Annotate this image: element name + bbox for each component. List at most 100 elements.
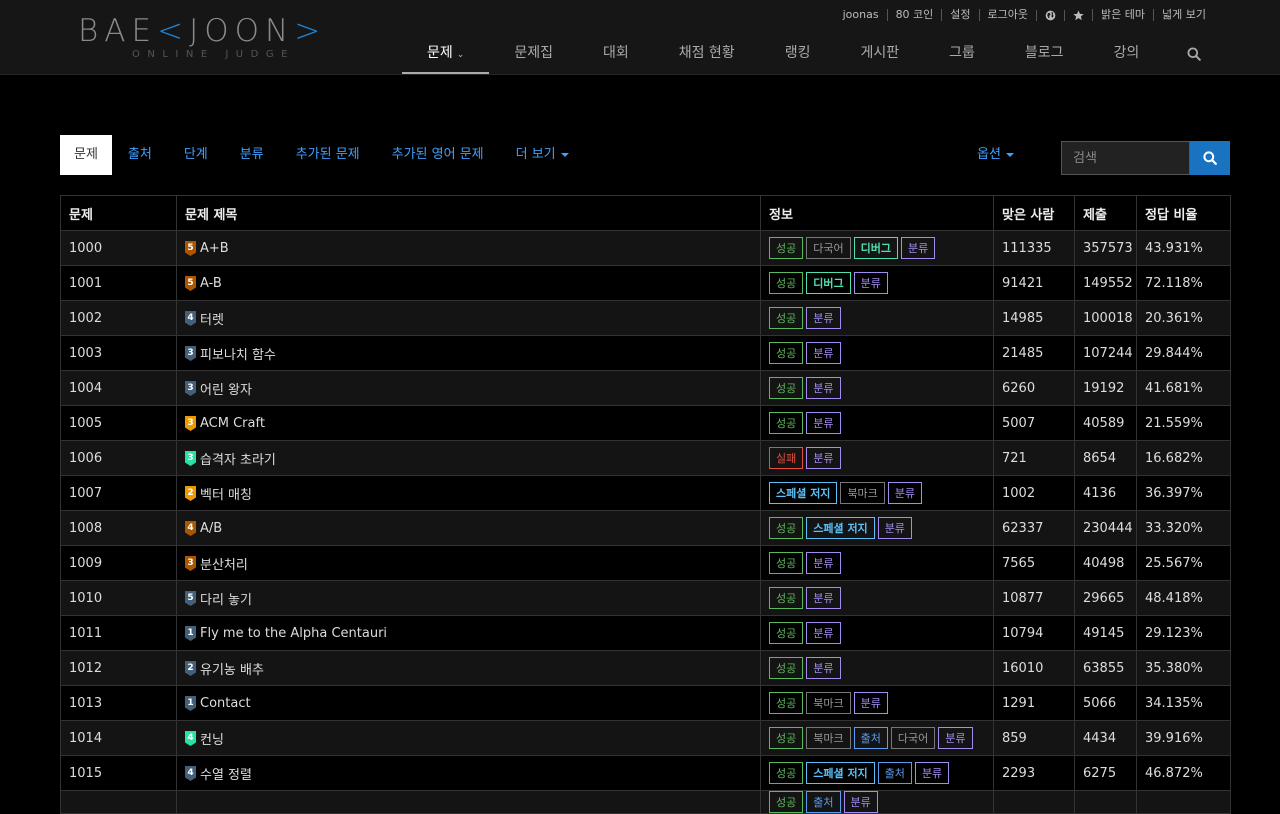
tab-added-problems[interactable]: 추가된 문제 (280, 135, 376, 175)
label-success[interactable]: 성공 (769, 727, 804, 749)
logout-link[interactable]: 로그아웃 (978, 9, 1036, 21)
label-category[interactable]: 분류 (806, 552, 841, 574)
label-success[interactable]: 성공 (769, 692, 804, 714)
label-success[interactable]: 성공 (769, 587, 804, 609)
label-bookmark[interactable]: 북마크 (806, 692, 851, 714)
label-success[interactable]: 성공 (769, 657, 804, 679)
language-button[interactable] (1036, 9, 1064, 21)
problem-title-link[interactable]: A-B (200, 276, 222, 291)
label-category[interactable]: 분류 (877, 517, 912, 539)
label-category[interactable]: 분류 (806, 587, 841, 609)
label-category[interactable]: 분류 (806, 307, 841, 329)
label-debug[interactable]: 디버그 (853, 237, 898, 259)
problem-id[interactable]: 1008 (60, 510, 177, 546)
problem-title-link[interactable]: 어린 왕자 (200, 379, 252, 398)
problem-id[interactable]: 1014 (60, 720, 177, 756)
problem-submission-count[interactable]: 40498 (1074, 545, 1137, 581)
problem-title-link[interactable]: 컨닝 (200, 729, 224, 748)
problem-title-link[interactable]: Fly me to the Alpha Centauri (200, 626, 387, 641)
label-success[interactable]: 성공 (769, 622, 804, 644)
label-source[interactable]: 출처 (853, 727, 888, 749)
problem-submission-count[interactable]: 8654 (1074, 440, 1137, 476)
problem-title-link[interactable]: Contact (200, 696, 251, 711)
label-category[interactable]: 분류 (887, 482, 923, 504)
problem-id[interactable]: 1013 (60, 685, 177, 721)
nav-lectures[interactable]: 강의 (1089, 34, 1165, 74)
label-category[interactable]: 분류 (806, 342, 841, 364)
label-category[interactable]: 분류 (853, 692, 888, 714)
problem-title-link[interactable]: 수열 정렬 (200, 764, 252, 783)
tab-steps[interactable]: 단계 (168, 135, 224, 175)
label-special[interactable]: 스페셜 저지 (769, 482, 838, 504)
label-success[interactable]: 성공 (769, 762, 804, 784)
label-fail[interactable]: 실패 (769, 447, 804, 469)
problem-id[interactable]: 1009 (60, 545, 177, 581)
problem-submission-count[interactable]: 107244 (1074, 335, 1137, 371)
search-input[interactable] (1061, 141, 1190, 175)
favorites-button[interactable] (1064, 9, 1092, 21)
label-multi[interactable]: 다국어 (806, 237, 851, 259)
search-button[interactable] (1190, 141, 1230, 175)
label-category[interactable]: 분류 (806, 622, 841, 644)
problem-id[interactable]: 1005 (60, 405, 177, 441)
nav-workbooks[interactable]: 문제집 (489, 34, 578, 74)
problem-solved-count[interactable]: 10877 (993, 580, 1075, 616)
problem-solved-count[interactable]: 62337 (993, 510, 1075, 546)
label-success[interactable]: 성공 (769, 342, 804, 364)
problem-title-link[interactable]: 분산처리 (200, 554, 248, 573)
tab-more[interactable]: 더 보기 (500, 135, 585, 175)
nav-groups[interactable]: 그룹 (924, 34, 1000, 74)
problem-id[interactable]: 1000 (60, 230, 177, 266)
tab-sources[interactable]: 출처 (112, 135, 168, 175)
label-success[interactable]: 성공 (769, 307, 804, 329)
label-bookmark[interactable]: 북마크 (840, 482, 885, 504)
problem-title-link[interactable]: 다리 놓기 (200, 589, 252, 608)
tab-categories[interactable]: 분류 (224, 135, 280, 175)
label-category[interactable]: 분류 (806, 377, 841, 399)
problem-id[interactable]: 1007 (60, 475, 177, 511)
label-special[interactable]: 스페셜 저지 (806, 762, 875, 784)
problem-solved-count[interactable]: 21485 (993, 335, 1075, 371)
problem-id[interactable]: 1015 (60, 755, 177, 791)
label-category[interactable]: 분류 (938, 727, 973, 749)
problem-id[interactable]: 1010 (60, 580, 177, 616)
nav-ranking[interactable]: 랭킹 (760, 34, 836, 74)
problem-solved-count[interactable]: 6260 (993, 370, 1075, 406)
problem-submission-count[interactable]: 100018 (1074, 300, 1137, 336)
problem-submission-count[interactable]: 29665 (1074, 580, 1137, 616)
problem-title-link[interactable]: 벡터 매칭 (200, 484, 252, 503)
col-header-solved[interactable]: 맞은 사람 (993, 195, 1075, 231)
label-success[interactable]: 성공 (769, 517, 804, 539)
label-category[interactable]: 분류 (901, 237, 936, 259)
username-link[interactable]: joonas (835, 9, 887, 21)
problem-solved-count[interactable]: 2293 (993, 755, 1075, 791)
problem-solved-count[interactable]: 5007 (993, 405, 1075, 441)
tab-problems[interactable]: 문제 (60, 135, 112, 175)
problem-submission-count[interactable]: 149552 (1074, 265, 1137, 301)
problem-id[interactable]: 1003 (60, 335, 177, 371)
problem-submission-count[interactable]: 40589 (1074, 405, 1137, 441)
problem-submission-count[interactable]: 19192 (1074, 370, 1137, 406)
problem-solved-count[interactable]: 10794 (993, 615, 1075, 651)
label-success[interactable]: 성공 (769, 791, 804, 813)
nav-problems[interactable]: 문제 ⌄ (402, 34, 490, 74)
nav-blog[interactable]: 블로그 (1000, 34, 1089, 74)
col-header-submissions[interactable]: 제출 (1074, 195, 1137, 231)
problem-submission-count[interactable]: 4136 (1074, 475, 1137, 511)
label-category[interactable]: 분류 (806, 657, 841, 679)
label-multi[interactable]: 다국어 (890, 727, 936, 749)
problem-submission-count[interactable]: 49145 (1074, 615, 1137, 651)
label-category[interactable]: 분류 (853, 272, 888, 294)
nav-contests[interactable]: 대회 (578, 34, 654, 74)
problem-submission-count[interactable]: 6275 (1074, 755, 1137, 791)
site-logo[interactable]: BAE<JOON> ONLINE JUDGE (78, 14, 328, 64)
wide-view-toggle[interactable]: 넓게 보기 (1153, 9, 1214, 21)
problem-title-link[interactable]: ACM Craft (200, 416, 265, 431)
problem-solved-count[interactable]: 1002 (993, 475, 1075, 511)
problem-solved-count[interactable]: 16010 (993, 650, 1075, 686)
problem-title-link[interactable]: 습격자 초라기 (200, 449, 276, 468)
problem-solved-count[interactable]: 7565 (993, 545, 1075, 581)
problem-title-link[interactable]: A/B (200, 521, 222, 536)
label-special[interactable]: 스페셜 저지 (806, 517, 875, 539)
label-category[interactable]: 분류 (806, 447, 841, 469)
